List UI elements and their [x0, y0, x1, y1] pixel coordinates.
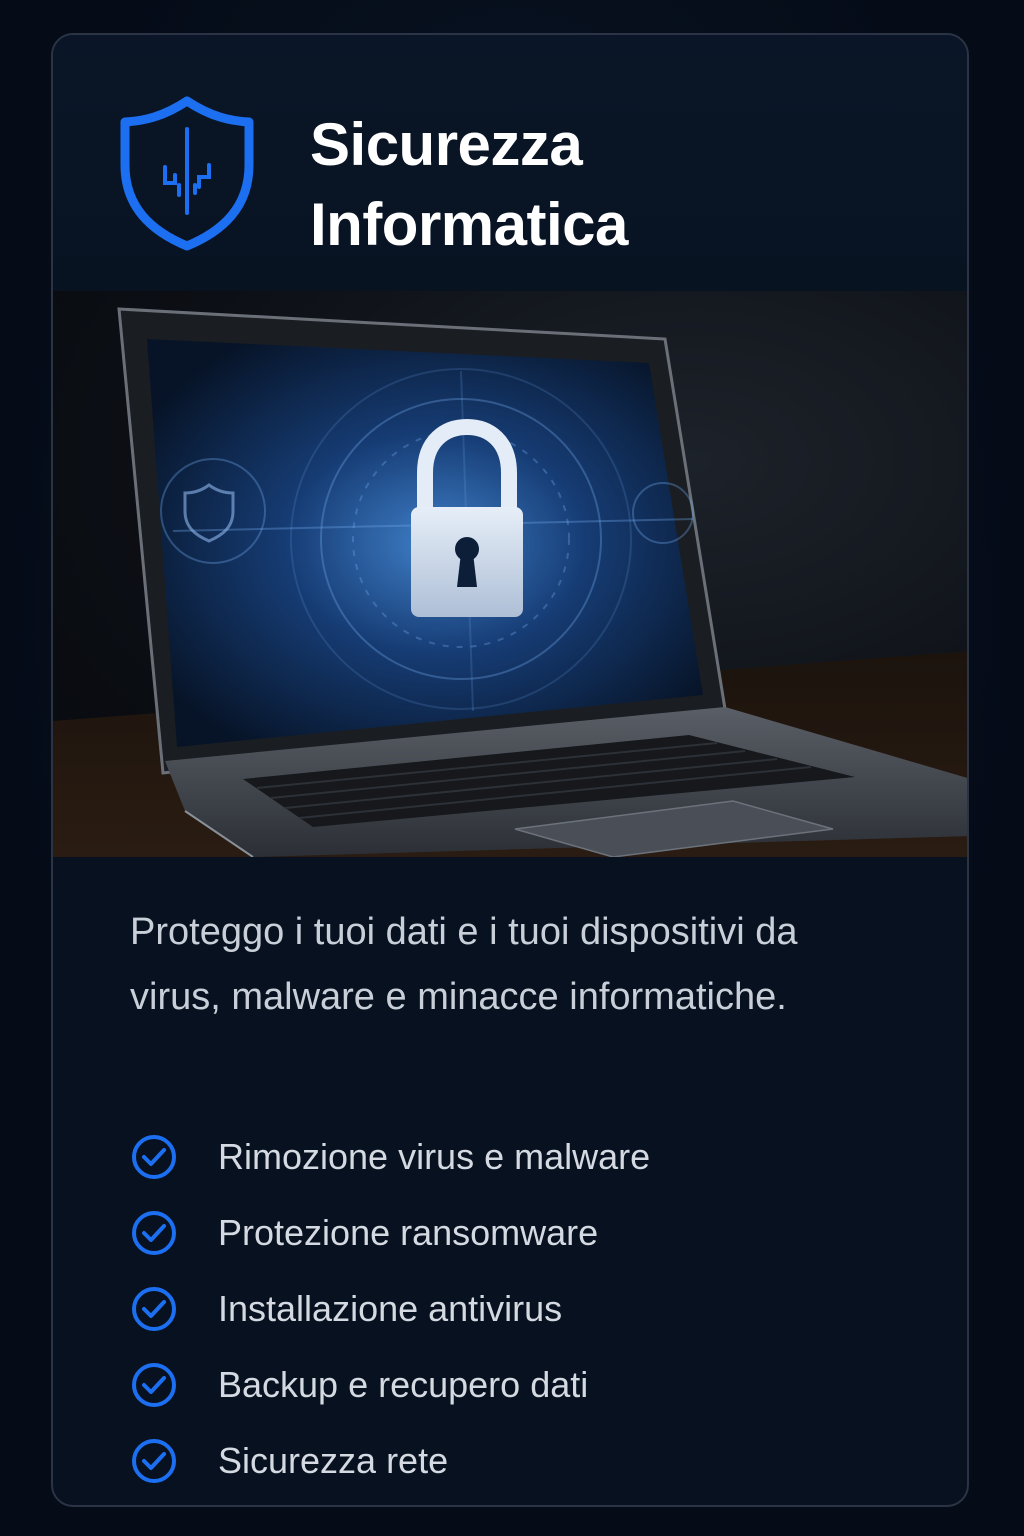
check-circle-icon [132, 1211, 176, 1255]
list-item: Backup e recupero dati [130, 1347, 650, 1423]
check-circle-icon [132, 1135, 176, 1179]
page: Sicurezza Informatica Proteggo i tuoi da… [0, 0, 1024, 1536]
shield-icon [120, 96, 254, 251]
list-item: Protezione ransomware [130, 1195, 650, 1271]
hero-image [53, 291, 967, 857]
feature-label: Installazione antivirus [218, 1288, 563, 1329]
card-header: Sicurezza Informatica [53, 35, 967, 291]
list-item: Sicurezza rete [130, 1423, 650, 1499]
check-circle-icon [132, 1363, 176, 1407]
page-title: Sicurezza Informatica [310, 105, 628, 265]
feature-list: Rimozione virus e malware Protezione ran… [130, 1119, 650, 1499]
list-item: Installazione antivirus [130, 1271, 650, 1347]
service-card: Sicurezza Informatica Proteggo i tuoi da… [51, 33, 969, 1507]
title-line-2: Informatica [310, 191, 628, 258]
list-item: Rimozione virus e malware [130, 1119, 650, 1195]
laptop-icon [53, 307, 967, 857]
check-circle-icon [132, 1439, 176, 1483]
title-line-1: Sicurezza [310, 111, 583, 178]
feature-label: Backup e recupero dati [218, 1364, 589, 1405]
feature-label: Protezione ransomware [218, 1212, 599, 1253]
check-circle-icon [132, 1287, 176, 1331]
feature-label: Sicurezza rete [218, 1440, 449, 1481]
service-description: Proteggo i tuoi dati e i tuoi dispositiv… [130, 911, 798, 1018]
feature-label: Rimozione virus e malware [218, 1136, 651, 1177]
